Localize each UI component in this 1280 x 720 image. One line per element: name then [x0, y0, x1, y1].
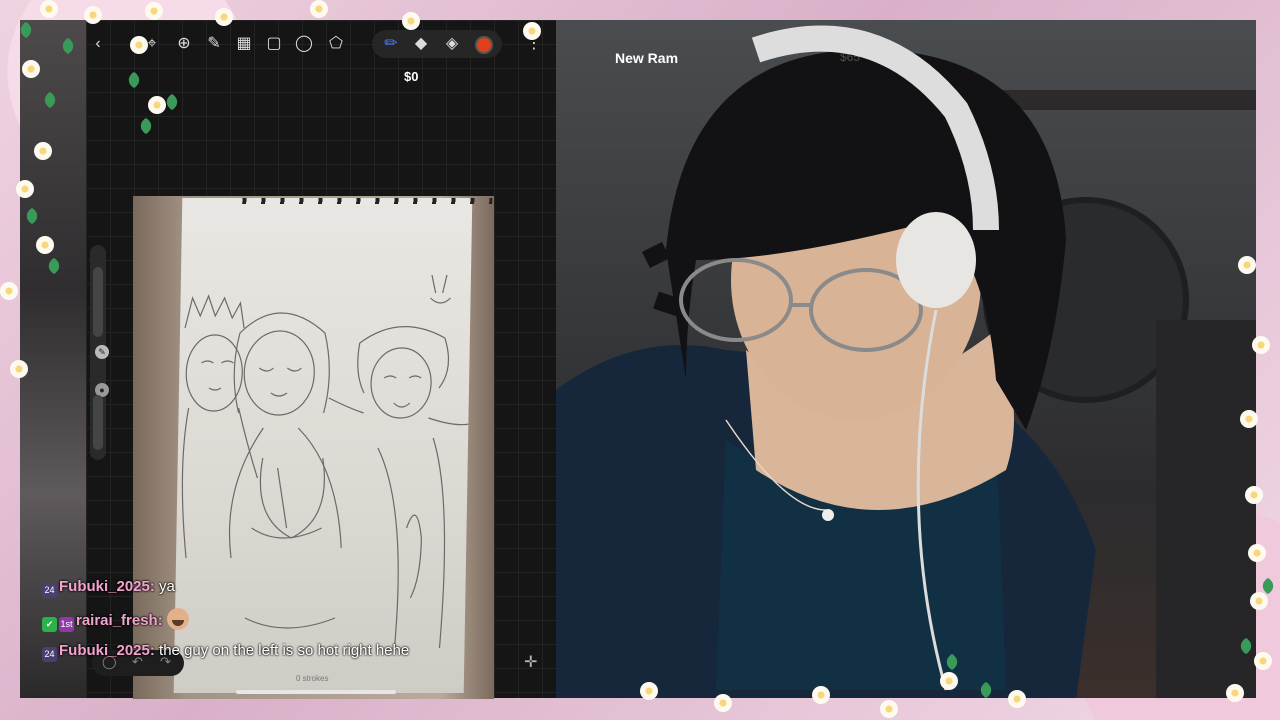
donation-amount: $0: [404, 69, 419, 84]
eraser-icon[interactable]: ◆: [411, 34, 431, 54]
back-icon[interactable]: ‹: [88, 34, 108, 54]
chat-separator: :: [149, 578, 155, 595]
flower-icon: [310, 0, 328, 18]
flower-icon: [880, 700, 898, 718]
modify-icon[interactable]: ✎: [95, 345, 109, 359]
face-emote-icon: [166, 608, 189, 630]
flower-icon: [84, 6, 102, 24]
subscriber-badge-icon: 24: [42, 647, 57, 662]
chat-text: ya: [159, 578, 175, 595]
verified-badge-icon: ✔: [42, 617, 57, 632]
flower-icon: [215, 8, 233, 26]
flower-icon: [1254, 652, 1272, 670]
flower-icon: [640, 682, 658, 700]
stroke-count: 0 strokes: [296, 674, 329, 683]
flower-icon: [714, 694, 732, 712]
chat-username: rairai_fresh: [76, 612, 158, 629]
chat-separator: :: [149, 642, 155, 659]
flower-icon: [16, 180, 34, 198]
flower-icon: [0, 282, 18, 300]
size-slider-track[interactable]: [93, 267, 103, 337]
home-indicator: [236, 690, 396, 694]
flower-icon: [1226, 684, 1244, 702]
chat-overlay: 24 Fubuki_2025: ya ✔ 1st rairai_fresh: 24 Fu…: [42, 576, 502, 662]
flower-icon: [22, 60, 40, 78]
faint-overlay-text: $65: [840, 50, 861, 64]
shape-icon[interactable]: ⬠: [326, 34, 346, 54]
flower-icon: [1245, 486, 1263, 504]
streamer-name: New Ram: [615, 50, 679, 66]
layers-icon[interactable]: ◈: [442, 34, 462, 54]
flower-icon: [1250, 592, 1268, 610]
flower-icon: [34, 142, 52, 160]
drawing-toolbar: ‹ ⌖ ⊕ ✎ ▦ ▢ ◯ ⬠ ✏ ◆ ◈ ⋮: [86, 20, 556, 68]
flower-icon: [148, 96, 166, 114]
flower-icon: [523, 22, 541, 40]
opacity-slider-track[interactable]: [93, 395, 103, 450]
flower-icon: [10, 360, 28, 378]
pen-tool-icon[interactable]: ✎: [204, 34, 224, 54]
color-icon[interactable]: [475, 36, 493, 54]
chat-username: Fubuki_2025: [59, 578, 150, 595]
flower-icon: [1252, 336, 1270, 354]
chat-separator: :: [157, 612, 163, 629]
chat-message: ✔ 1st rairai_fresh:: [42, 608, 502, 640]
chat-text: the guy on the left is so hot right hehe: [159, 642, 410, 659]
chat-username: Fubuki_2025: [59, 642, 150, 659]
flower-icon: [36, 236, 54, 254]
fit-screen-icon[interactable]: ✛: [524, 652, 537, 672]
chat-message: 24 Fubuki_2025: ya: [42, 576, 502, 608]
webcam-view: New Ram $65: [556, 20, 1256, 698]
lasso-icon[interactable]: ◯: [294, 34, 314, 54]
flower-icon: [1240, 410, 1258, 428]
streamer-camera-image: [556, 25, 1256, 698]
select-icon[interactable]: ▢: [264, 34, 284, 54]
flower-icon: [145, 2, 163, 20]
flower-icon: [40, 0, 58, 18]
subscriber-badge-icon: 24: [42, 583, 57, 598]
flower-icon: [402, 12, 420, 30]
grid-icon[interactable]: ▦: [234, 34, 254, 54]
flower-icon: [940, 672, 958, 690]
flower-icon: [1238, 256, 1256, 274]
flower-icon: [1248, 544, 1266, 562]
brush-icon[interactable]: ✏: [381, 34, 401, 54]
brush-size-slider[interactable]: ✎ ●: [90, 245, 109, 460]
flower-icon: [1008, 690, 1026, 708]
flower-icon: [812, 686, 830, 704]
flower-icon: [130, 36, 148, 54]
adjust-icon[interactable]: ⊕: [174, 34, 194, 54]
chat-message: 24 Fubuki_2025: the guy on the left is so…: [42, 640, 502, 662]
first-badge-icon: 1st: [59, 617, 74, 632]
